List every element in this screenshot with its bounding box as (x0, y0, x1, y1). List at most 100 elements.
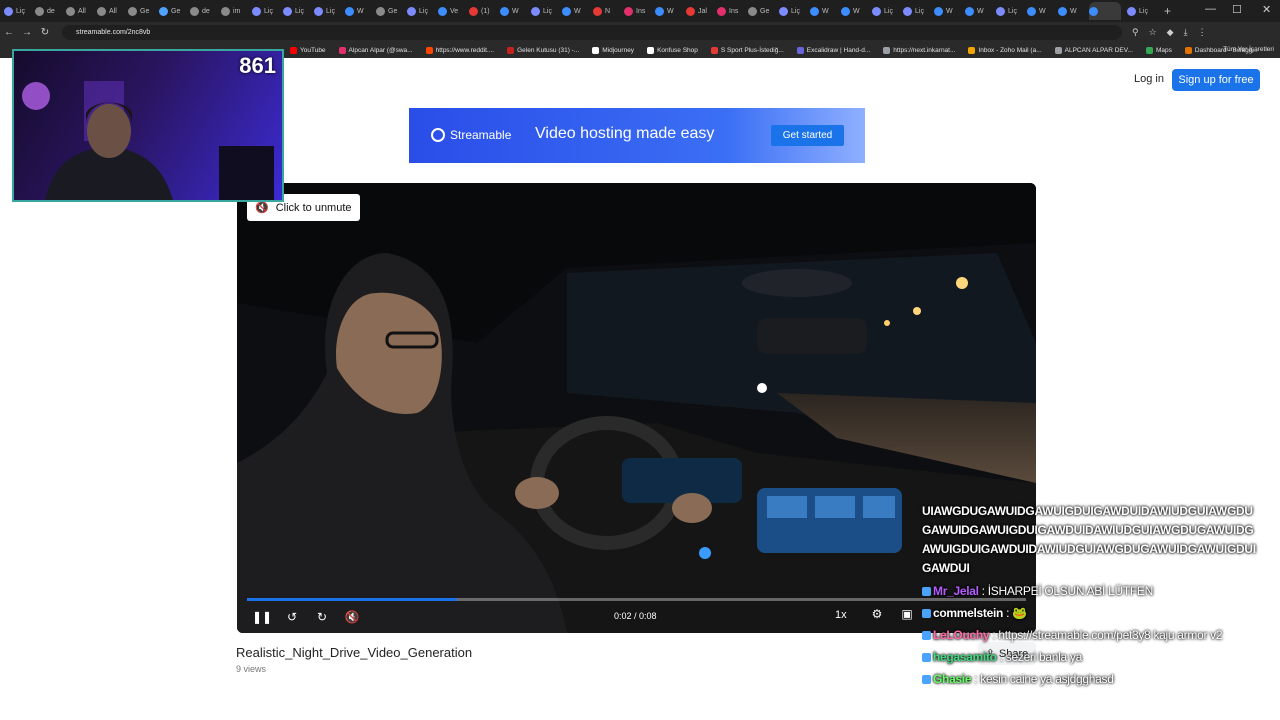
browser-tab[interactable]: W (810, 2, 835, 20)
tab-label: Ve (450, 7, 459, 15)
picture-in-picture-icon[interactable]: ▣ (892, 607, 922, 621)
browser-tab[interactable]: All (66, 2, 91, 20)
bookmark-favicon-icon (507, 46, 515, 54)
bookmark-item[interactable]: Excalidraw | Hand-d... (796, 46, 870, 54)
bookmark-item[interactable]: Alpcan Alpar (@swa... (338, 46, 413, 54)
zoom-icon[interactable]: ⚲ (1132, 27, 1139, 38)
playback-speed-button[interactable]: 1x (835, 609, 847, 621)
browser-tab[interactable]: W (841, 2, 866, 20)
bookmark-item[interactable]: S Sport Plus-İstediğ... (710, 46, 784, 54)
settings-gear-icon[interactable]: ⚙ (862, 607, 892, 621)
browser-tab[interactable]: de (35, 2, 60, 20)
browser-tab[interactable]: Liç (1127, 2, 1152, 20)
browser-tab-active[interactable] (1089, 2, 1121, 20)
webcam-overlay: 861 (12, 49, 284, 202)
forward-skip-icon[interactable]: ↻ (307, 610, 337, 624)
tab-favicon-icon (810, 6, 819, 16)
address-bar-row: ← → ↻ streamable.com/2nc8vb ⚲ ☆ ◆ ⤓ ⋮ (0, 22, 1280, 42)
browser-tab[interactable]: Liç (407, 2, 432, 20)
chat-badge-icon (922, 675, 931, 684)
tab-favicon-icon (97, 6, 106, 16)
chat-text: : İSHARPEİ OLSUN ABİ LÜTFEN (978, 584, 1154, 598)
browser-tab[interactable]: Liç (531, 2, 556, 20)
browser-tab[interactable]: W (934, 2, 959, 20)
promo-banner[interactable]: Streamable Video hosting made easy Get s… (409, 108, 865, 163)
browser-tab[interactable]: Liç (314, 2, 339, 20)
video-player[interactable]: 🔇 Click to unmute ❚❚ ↺ ↻ 🔇 0:02 / 0:08 1… (237, 183, 1036, 633)
reload-icon[interactable]: ↻ (36, 27, 54, 38)
tab-label: Liç (264, 7, 273, 15)
browser-tab[interactable]: de (190, 2, 215, 20)
volume-muted-icon[interactable]: 🔇 (337, 610, 367, 624)
browser-tab[interactable]: Ge (376, 2, 401, 20)
bookmark-item[interactable]: https://next.inkarnat... (883, 46, 955, 54)
browser-tab[interactable]: W (562, 2, 587, 20)
bookmark-favicon-icon (1054, 46, 1062, 54)
browser-tab[interactable]: W (1058, 2, 1083, 20)
url-field[interactable]: streamable.com/2nc8vb (62, 24, 1122, 40)
extensions-icon[interactable]: ◆ (1167, 27, 1174, 38)
browser-tab-strip: Liç de All All Ge Ge de im Liç Liç Liç W Ge Liç Ve (1) W… (0, 0, 1280, 22)
tab-favicon-icon (593, 6, 602, 16)
tab-favicon-icon (128, 6, 137, 16)
browser-tab[interactable]: Liç (779, 2, 804, 20)
browser-tab[interactable]: W (655, 2, 680, 20)
new-tab-button[interactable]: + (1164, 4, 1171, 18)
browser-tab[interactable]: W (965, 2, 990, 20)
bookmark-label: Alpcan Alpar (@swa... (348, 46, 413, 54)
banner-brand: Streamable (450, 128, 512, 142)
browser-tab[interactable]: W (1027, 2, 1052, 20)
menu-icon[interactable]: ⋮ (1198, 27, 1207, 38)
tab-label: de (202, 7, 210, 15)
browser-tab[interactable]: W (345, 2, 370, 20)
tab-label: W (946, 7, 953, 15)
tab-favicon-icon (624, 6, 633, 16)
streamable-logo: Streamable (431, 128, 511, 142)
all-bookmarks-link[interactable]: Tüm Yer İşaretleri (1223, 46, 1274, 53)
download-icon[interactable]: ⤓ (1184, 27, 1188, 38)
browser-tab[interactable]: N (593, 2, 618, 20)
bookmark-item[interactable]: Midjourney (592, 46, 634, 54)
bookmark-favicon-icon (968, 46, 976, 54)
minimize-icon[interactable]: — (1205, 3, 1216, 15)
browser-tab[interactable]: Ve (438, 2, 463, 20)
bookmark-item[interactable]: Maps (1145, 46, 1172, 54)
pause-icon[interactable]: ❚❚ (247, 610, 277, 624)
bookmark-item[interactable]: YouTube (290, 46, 326, 54)
progress-bar[interactable] (247, 598, 1026, 601)
browser-tab[interactable]: im (221, 2, 246, 20)
get-started-button[interactable]: Get started (771, 125, 844, 146)
bookmark-item[interactable]: https://www.reddit.... (425, 46, 494, 54)
browser-tab[interactable]: W (500, 2, 525, 20)
bookmark-favicon-icon (1184, 46, 1192, 54)
browser-tab[interactable]: Ge (128, 2, 153, 20)
signup-button[interactable]: Sign up for free (1172, 69, 1260, 91)
bookmark-item[interactable]: Gelen Kutusu (31) -... (507, 46, 579, 54)
bookmark-item[interactable]: Konfuse Shop (647, 46, 698, 54)
bookmark-item[interactable]: ALPCAN ALPAR DEV... (1054, 46, 1133, 54)
browser-tab[interactable]: Ge (748, 2, 773, 20)
forward-icon[interactable]: → (18, 27, 36, 38)
browser-tab[interactable]: Ins (717, 2, 742, 20)
browser-tab[interactable]: Liç (996, 2, 1021, 20)
bookmark-item[interactable]: Inbox - Zoho Mail (a... (968, 46, 1042, 54)
browser-tab[interactable]: Liç (903, 2, 928, 20)
browser-tab[interactable]: Jal (686, 2, 711, 20)
browser-tab[interactable]: All (97, 2, 122, 20)
browser-tab[interactable]: (1) (469, 2, 494, 20)
browser-tab[interactable]: Liç (252, 2, 277, 20)
bookmark-favicon-icon (425, 46, 433, 54)
bookmark-star-icon[interactable]: ☆ (1149, 27, 1157, 38)
close-window-icon[interactable]: ✕ (1262, 3, 1271, 16)
browser-tab[interactable]: Liç (4, 2, 29, 20)
browser-tab[interactable]: Ge (159, 2, 184, 20)
browser-tab[interactable]: Ins (624, 2, 649, 20)
rewind-icon[interactable]: ↺ (277, 610, 307, 624)
tab-favicon-icon (345, 6, 354, 16)
maximize-icon[interactable]: ☐ (1232, 3, 1242, 16)
tab-label: W (574, 7, 581, 15)
back-icon[interactable]: ← (0, 27, 18, 38)
login-link[interactable]: Log in (1134, 73, 1164, 85)
browser-tab[interactable]: Liç (872, 2, 897, 20)
browser-tab[interactable]: Liç (283, 2, 308, 20)
